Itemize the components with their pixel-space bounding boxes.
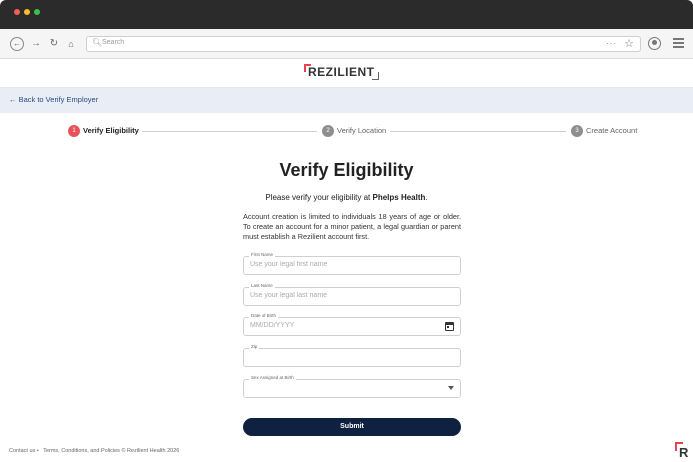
last-name-label: Last Name <box>249 283 275 288</box>
employer-name: Phelps Health <box>372 193 426 202</box>
step-number-badge: 3 <box>571 125 583 137</box>
page-title: Verify Eligibility <box>279 160 414 180</box>
step-label: Verify Location <box>337 126 387 135</box>
page-actions-icon[interactable]: ··· <box>606 39 617 48</box>
window-titlebar <box>0 0 693 29</box>
back-arrow-icon[interactable]: ← <box>10 37 24 51</box>
address-bar-placeholder: Search <box>102 39 125 46</box>
progress-stepper: 1 Verify Eligibility 2 Verify Location 3… <box>0 113 693 149</box>
step-number-badge: 2 <box>322 125 334 137</box>
subtitle-prefix: Please verify your eligibility at <box>265 193 373 202</box>
submit-button[interactable]: Submit <box>243 418 461 436</box>
date-of-birth-input[interactable] <box>250 322 430 329</box>
step-number-badge: 1 <box>68 125 80 137</box>
site-header: REZILIENT <box>0 59 693 88</box>
zip-label: Zip <box>249 344 260 349</box>
bookmark-star-icon[interactable]: ☆ <box>624 37 634 50</box>
sex-assigned-at-birth-label: Sex Assigned at Birth <box>249 375 296 380</box>
back-to-verify-employer-link[interactable]: ← Back to Verify Employer <box>9 95 98 104</box>
hamburger-menu-icon[interactable] <box>673 38 684 50</box>
chevron-down-icon <box>448 386 454 390</box>
last-name-field[interactable]: Last Name <box>243 283 461 306</box>
zip-field[interactable]: Zip <box>243 344 461 367</box>
reload-icon[interactable]: ↻ <box>49 37 59 51</box>
maximize-window-button[interactable] <box>34 9 40 15</box>
sex-assigned-at-birth-select[interactable]: Sex Assigned at Birth <box>243 375 461 398</box>
logo-mark-right <box>371 72 379 80</box>
subtitle-suffix: . <box>425 193 428 202</box>
forward-arrow-icon[interactable]: → <box>31 37 41 51</box>
last-name-input[interactable] <box>250 292 430 299</box>
browser-window: ← → ↻ ⌂ 🔍︎ Search ··· ☆ REZILIENT ← Back… <box>0 0 693 462</box>
eligibility-subtitle: Please verify your eligibility at Phelps… <box>0 193 693 202</box>
step-connector <box>390 131 566 132</box>
first-name-label: First Name <box>249 252 276 257</box>
footer-separator: • <box>36 448 39 454</box>
page-footer: Contact us • Terms, Conditions, and Poli… <box>9 448 182 454</box>
age-notice: Account creation is limited to individua… <box>243 212 461 241</box>
chat-logo-letter: R <box>679 445 689 460</box>
address-bar[interactable]: 🔍︎ Search ··· ☆ <box>86 36 641 52</box>
rezilient-chat-icon[interactable]: R <box>675 442 693 462</box>
close-window-button[interactable] <box>14 9 20 15</box>
logo-text: REZILIENT <box>308 65 375 79</box>
logo-mark-left <box>304 64 311 72</box>
sub-navigation-bar: ← Back to Verify Employer <box>0 88 693 113</box>
copyright-text: © Rezilient Health 2026 <box>121 448 180 454</box>
rezilient-logo[interactable]: REZILIENT <box>304 64 379 80</box>
browser-toolbar: ← → ↻ ⌂ 🔍︎ Search ··· ☆ <box>0 29 693 59</box>
date-of-birth-field[interactable]: Date of Birth <box>243 313 461 336</box>
date-of-birth-label: Date of Birth <box>249 313 279 318</box>
minimize-window-button[interactable] <box>24 9 30 15</box>
account-icon[interactable] <box>648 37 661 50</box>
home-icon[interactable]: ⌂ <box>66 37 76 51</box>
search-icon: 🔍︎ <box>92 38 103 47</box>
first-name-input[interactable] <box>250 261 430 268</box>
calendar-icon[interactable] <box>445 322 454 331</box>
terms-link[interactable]: Terms, Conditions, and Policies <box>43 448 120 454</box>
step-label: Verify Eligibility <box>83 126 139 135</box>
first-name-field[interactable]: First Name <box>243 252 461 275</box>
step-connector <box>142 131 317 132</box>
step-label: Create Account <box>586 126 638 135</box>
zip-input[interactable] <box>250 353 430 360</box>
contact-us-link[interactable]: Contact us <box>9 448 35 454</box>
